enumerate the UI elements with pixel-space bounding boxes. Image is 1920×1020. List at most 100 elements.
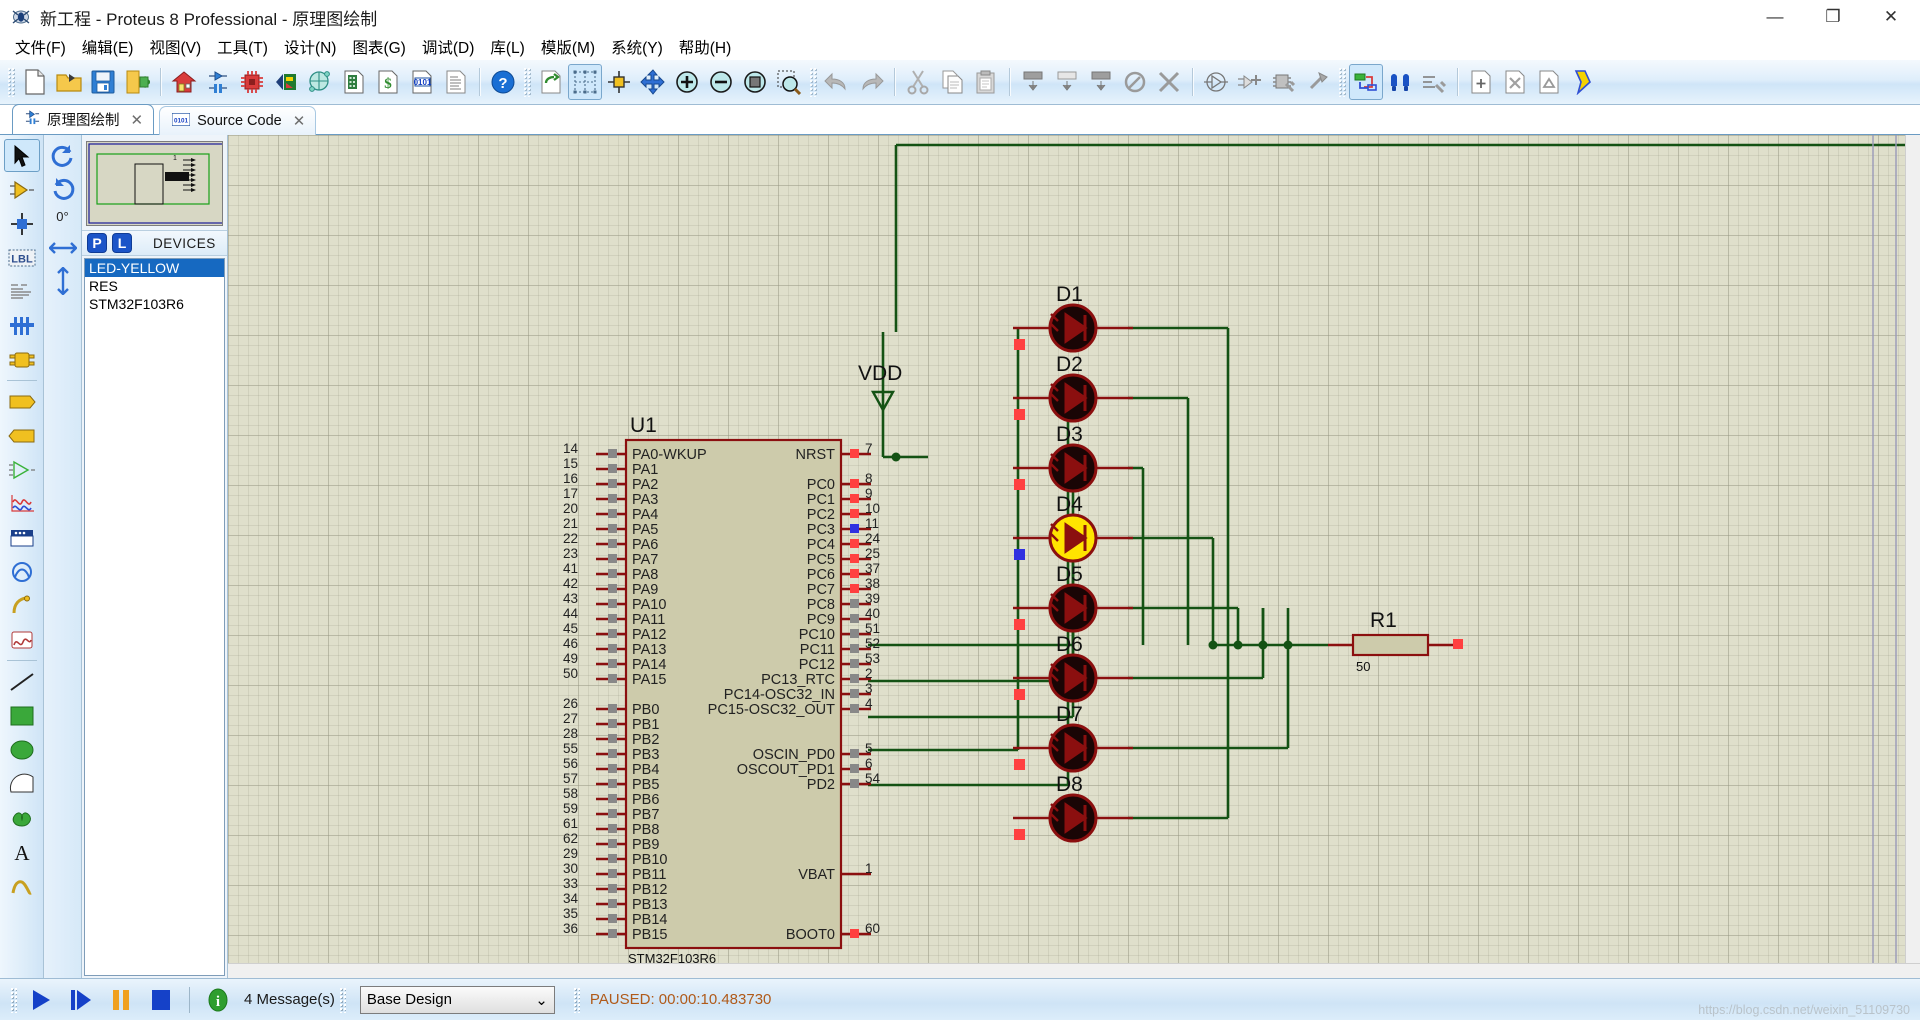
bill-materials-icon[interactable] (1566, 64, 1600, 100)
menu-edit[interactable]: 编辑(E) (75, 34, 141, 60)
canvas-vertical-scrollbar[interactable] (1905, 135, 1920, 978)
pattern-tool-icon[interactable] (4, 623, 40, 656)
source-code-icon[interactable]: 0101 (405, 64, 439, 100)
menu-graph[interactable]: 图表(G) (345, 34, 412, 60)
schematic-grid[interactable]: .wire { stroke:#145214; stroke-width:2.6… (228, 135, 1920, 978)
rotate-clockwise-icon[interactable] (48, 141, 78, 171)
circle-tool-icon[interactable] (4, 733, 40, 766)
home-icon[interactable] (167, 64, 201, 100)
3d-visualizer-icon[interactable] (269, 64, 303, 100)
redo-icon[interactable] (854, 64, 888, 100)
led-D7[interactable]: D7 (1013, 703, 1133, 773)
device-pins-mode-icon[interactable] (4, 419, 40, 452)
tab-source-code[interactable]: 0101 Source Code ✕ (159, 106, 317, 135)
cut-icon[interactable] (901, 64, 935, 100)
led-D1[interactable]: D1 (1013, 283, 1133, 353)
list-item[interactable]: STM32F103R6 (85, 295, 224, 313)
statusbar-grip-3[interactable] (572, 986, 580, 1013)
menu-view[interactable]: 视图(V) (142, 34, 208, 60)
origin-icon[interactable] (602, 64, 636, 100)
wire-label-mode-icon[interactable]: LBL (4, 241, 40, 274)
box-tool-icon[interactable] (4, 699, 40, 732)
bom-cost-icon[interactable]: $ (371, 64, 405, 100)
open-folder-icon[interactable] (52, 64, 86, 100)
step-icon[interactable] (61, 983, 101, 1017)
menu-file[interactable]: 文件(F) (8, 34, 73, 60)
block-clear-icon[interactable] (1152, 64, 1186, 100)
close-icon[interactable]: ✕ (293, 112, 306, 130)
zoom-in-icon[interactable] (670, 64, 704, 100)
decompose-icon[interactable] (1301, 64, 1335, 100)
menu-design[interactable]: 设计(N) (277, 34, 344, 60)
toolbar-grip-3[interactable] (809, 67, 817, 97)
led-D2[interactable]: D2 (1013, 353, 1133, 423)
line-tool-icon[interactable] (4, 665, 40, 698)
tape-recorder-mode-icon[interactable] (4, 487, 40, 520)
mirror-vertical-icon[interactable] (48, 266, 78, 296)
maximize-button[interactable]: ❐ (1804, 0, 1862, 34)
led-D3[interactable]: D3 (1013, 423, 1133, 493)
generator-mode-icon[interactable] (4, 521, 40, 554)
block-copy-icon[interactable] (1016, 64, 1050, 100)
close-button[interactable]: ✕ (1862, 0, 1920, 34)
bill-of-materials-icon[interactable] (337, 64, 371, 100)
toolbar-grip-2[interactable] (523, 67, 531, 97)
voltage-probe-mode-icon[interactable] (4, 555, 40, 588)
remove-sheet-icon[interactable] (1498, 64, 1532, 100)
rotate-counterclockwise-icon[interactable] (48, 174, 78, 204)
selection-mode-icon[interactable] (3, 139, 40, 172)
closed-path-tool-icon[interactable] (4, 801, 40, 834)
library-button[interactable]: L (112, 233, 132, 253)
pick-device-button[interactable]: P (87, 233, 107, 253)
canvas-horizontal-scrollbar[interactable] (228, 963, 1920, 978)
zoom-area-icon[interactable] (772, 64, 806, 100)
junction-dot-mode-icon[interactable] (4, 207, 40, 240)
led-D8[interactable]: D8 (1013, 773, 1133, 843)
block-delete-icon[interactable] (1118, 64, 1152, 100)
netlist-compiler-icon[interactable] (1417, 64, 1451, 100)
led-D6[interactable]: D6 (1013, 633, 1133, 703)
design-explorer-icon[interactable] (303, 64, 337, 100)
mcu-U1[interactable]: U1 STM32F103R6 14 PA0-WKUP 15 PA1 16 PA2 17… (563, 414, 881, 965)
menu-library[interactable]: 库(L) (483, 34, 531, 60)
text-tool-icon[interactable]: A (4, 835, 40, 868)
info-icon[interactable]: i (198, 983, 238, 1017)
menu-debug[interactable]: 调试(D) (415, 34, 482, 60)
list-item[interactable]: RES (85, 277, 224, 295)
tab-schematic-capture[interactable]: 原理图绘制 ✕ (12, 104, 155, 134)
design-selector[interactable]: Base Design ⌄ (359, 985, 555, 1014)
zoom-all-icon[interactable] (738, 64, 772, 100)
virtual-instruments-mode-icon[interactable] (4, 589, 40, 622)
block-rotate-icon[interactable] (1084, 64, 1118, 100)
minimize-button[interactable]: — (1746, 0, 1804, 34)
preview-pane[interactable]: 1 (86, 141, 223, 226)
new-file-icon[interactable] (18, 64, 52, 100)
play-icon[interactable] (21, 983, 61, 1017)
exit-sheet-icon[interactable] (1532, 64, 1566, 100)
packaging-tool-icon[interactable] (1267, 64, 1301, 100)
close-icon[interactable]: ✕ (131, 111, 144, 129)
list-item[interactable]: LED-YELLOW (85, 259, 224, 277)
toolbar-grip[interactable] (7, 67, 15, 97)
pcb-layout-icon[interactable] (235, 64, 269, 100)
subcircuit-mode-icon[interactable] (4, 343, 40, 376)
block-move-icon[interactable] (1050, 64, 1084, 100)
toolbar-grip-4[interactable] (1338, 67, 1346, 97)
buses-mode-icon[interactable] (4, 309, 40, 342)
copy-icon[interactable] (935, 64, 969, 100)
pick-device-icon[interactable] (1199, 64, 1233, 100)
message-count[interactable]: 4 Message(s) (244, 991, 335, 1008)
led-D5[interactable]: D5 (1013, 563, 1133, 633)
export-icon[interactable] (120, 64, 154, 100)
report-icon[interactable] (439, 64, 473, 100)
schematic-canvas[interactable]: .wire { stroke:#145214; stroke-width:2.6… (228, 135, 1920, 978)
toggle-grid-icon[interactable] (568, 64, 602, 100)
graph-mode-icon[interactable] (4, 453, 40, 486)
statusbar-grip[interactable] (10, 986, 17, 1013)
electrical-rule-check-icon[interactable] (1383, 64, 1417, 100)
text-script-mode-icon[interactable] (4, 275, 40, 308)
symbol-tool-icon[interactable] (4, 869, 40, 902)
arc-tool-icon[interactable] (4, 767, 40, 800)
pan-icon[interactable] (636, 64, 670, 100)
netlist-icon[interactable] (1349, 64, 1383, 100)
